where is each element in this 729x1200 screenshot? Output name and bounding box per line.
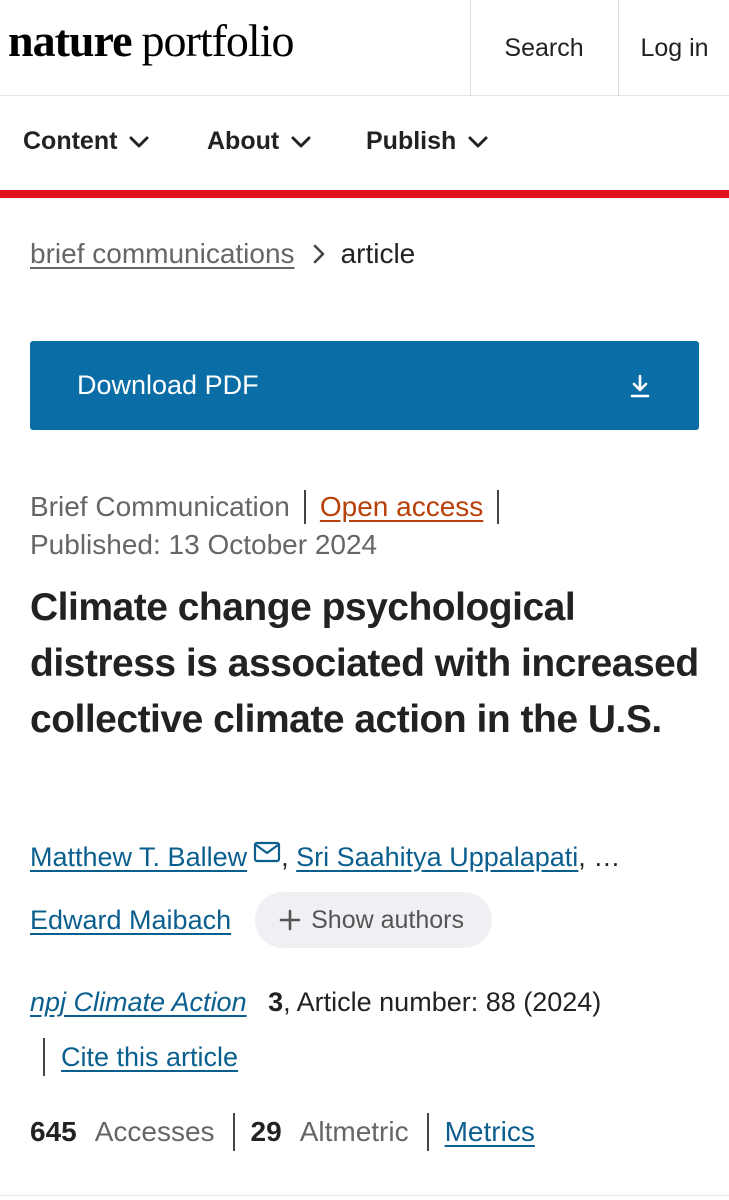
article-meta: Brief Communication Open access — [30, 490, 513, 524]
article-title: Climate change psychological distress is… — [30, 586, 699, 741]
download-icon — [630, 374, 650, 398]
divider — [0, 1195, 729, 1196]
metrics-link[interactable]: Metrics — [445, 1116, 535, 1148]
nav-publish-dropdown[interactable]: Publish — [366, 127, 488, 156]
chevron-right-icon — [313, 244, 325, 264]
nav-content-dropdown[interactable]: Content — [23, 127, 149, 156]
altmetric-count: 29 — [250, 1116, 282, 1147]
author-link[interactable]: Sri Saahitya Uppalapati — [296, 842, 578, 873]
author-link[interactable]: Matthew T. Ballew — [30, 842, 247, 873]
breadcrumb-current: article — [340, 238, 416, 269]
email-icon[interactable] — [253, 841, 281, 863]
article-type: Brief Communication — [30, 491, 290, 522]
login-button[interactable]: Log in — [620, 0, 729, 96]
author-list: Matthew T. Ballew , Sri Saahitya Uppalap… — [30, 841, 621, 873]
metrics-divider — [426, 1113, 429, 1151]
journal-volume: 3 — [268, 987, 284, 1017]
author-separator: , — [578, 842, 594, 872]
journal-citation: npj Climate Action 3, Article number: 88… — [30, 987, 601, 1018]
open-access-link[interactable]: Open access — [320, 491, 483, 523]
author-ellipsis: … — [593, 842, 621, 872]
chevron-down-icon — [468, 136, 488, 147]
nav-item-label: Content — [23, 127, 118, 155]
accent-bar — [0, 190, 729, 198]
author-separator: , — [281, 842, 297, 872]
meta-divider — [43, 1038, 45, 1076]
accesses-label: Accesses — [94, 1116, 215, 1147]
secondary-nav: Content About Publish — [0, 97, 729, 190]
author-list-continued: Edward Maibach Show authors — [30, 892, 492, 948]
site-header: nature portfolio Search Log in — [0, 0, 729, 96]
plus-icon — [279, 909, 301, 931]
nature-portfolio-logo[interactable]: nature portfolio — [8, 14, 295, 74]
breadcrumb: brief communications article — [30, 238, 415, 270]
logo-word-nature: nature — [8, 15, 132, 66]
chevron-down-icon — [129, 136, 149, 147]
nav-item-label: About — [207, 127, 280, 155]
search-button[interactable]: Search — [471, 0, 617, 96]
breadcrumb-link-brief-communications[interactable]: brief communications — [30, 238, 295, 270]
cite-this-article-link[interactable]: Cite this article — [61, 1042, 238, 1073]
altmetric-label: Altmetric — [299, 1116, 409, 1147]
journal-link[interactable]: npj Climate Action — [30, 987, 247, 1017]
header-divider — [618, 0, 619, 96]
download-pdf-label: Download PDF — [77, 370, 259, 400]
download-pdf-button[interactable]: Download PDF — [30, 341, 699, 430]
article-metrics: 645 Accesses 29 Altmetric Metrics — [30, 1113, 535, 1151]
show-authors-label: Show authors — [311, 905, 464, 934]
meta-divider — [303, 490, 306, 524]
article-number: , Article number: 88 (2024) — [283, 987, 602, 1017]
accesses-count: 645 — [30, 1116, 77, 1147]
logo-word-portfolio: portfolio — [141, 15, 295, 66]
show-authors-button[interactable]: Show authors — [255, 892, 492, 948]
published-date: Published: 13 October 2024 — [30, 529, 378, 560]
metrics-divider — [232, 1113, 235, 1151]
cite-row: Cite this article — [30, 1038, 238, 1076]
nav-about-dropdown[interactable]: About — [207, 127, 311, 156]
nav-item-label: Publish — [366, 127, 457, 155]
author-link[interactable]: Edward Maibach — [30, 905, 231, 936]
meta-divider — [497, 490, 500, 524]
chevron-down-icon — [291, 136, 311, 147]
